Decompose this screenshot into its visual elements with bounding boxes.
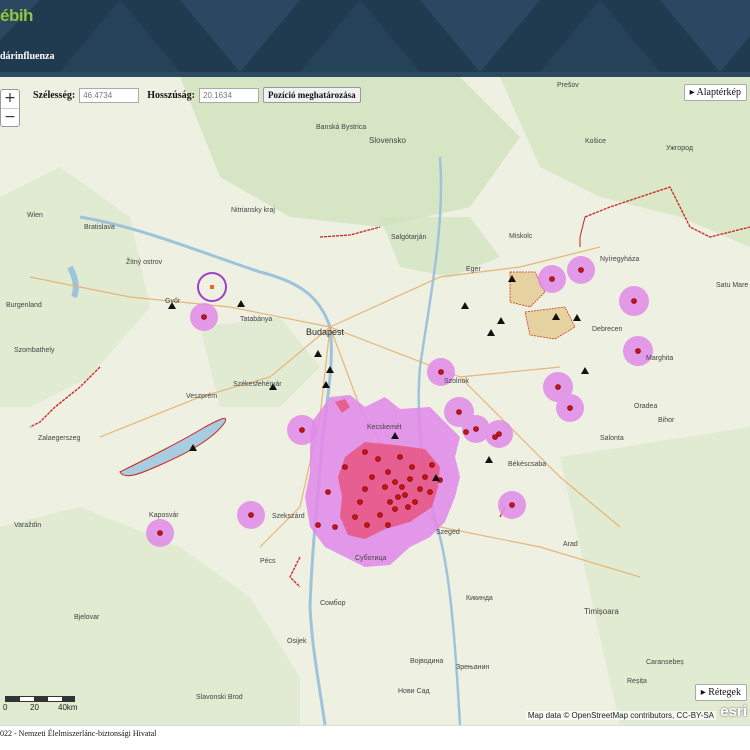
- label-szekszard: Szekszárd: [272, 513, 305, 520]
- label-miskolc: Miskolc: [509, 233, 533, 240]
- page-title: dárinfluenza: [0, 51, 55, 62]
- label-arad: Arad: [563, 541, 578, 548]
- map-canvas[interactable]: Prešov Košice Banská Bystrica Slovensko …: [0, 77, 750, 725]
- label-salgotarjan: Salgótarján: [391, 234, 427, 241]
- label-kosice: Košice: [585, 138, 606, 145]
- zoom-in-button[interactable]: +: [1, 90, 19, 108]
- label-slovensko: Slovensko: [369, 136, 406, 145]
- agency-logo[interactable]: ébih: [0, 6, 33, 26]
- label-marghita: Marghita: [646, 355, 673, 362]
- footer-copyright: 022 - Nemzeti Élelmiszerlánc-biztonsági …: [0, 729, 157, 738]
- map-attribution: Map data © OpenStreetMap contributors, C…: [525, 711, 716, 720]
- label-kaposvar: Kaposvár: [149, 512, 179, 519]
- longitude-label: Hosszúság:: [147, 89, 196, 101]
- label-novi-sad: Нови Сад: [398, 688, 430, 695]
- label-oradea: Oradea: [634, 403, 657, 410]
- zoom-out-button[interactable]: −: [1, 108, 19, 126]
- label-zalaegerszeg: Zalaegerszeg: [38, 435, 81, 442]
- scale-label-0: 0: [3, 703, 8, 712]
- label-timisoara: Timișoara: [584, 607, 619, 616]
- layers-button[interactable]: ▸ Rétegek: [694, 684, 747, 701]
- label-bihor: Bihor: [658, 417, 675, 424]
- scale-label-40: 40km: [58, 703, 78, 712]
- label-szeged: Szeged: [436, 529, 460, 536]
- label-nyiregyhaza: Nyíregyháza: [600, 256, 639, 263]
- label-varazdin: Varaždin: [14, 522, 41, 529]
- basemap-button[interactable]: ▸ Alaptérkép: [683, 84, 747, 101]
- label-sombor: Сомбор: [320, 599, 346, 607]
- locate-button[interactable]: Pozíció meghatározása: [263, 87, 361, 103]
- scale-label-20: 20: [30, 703, 39, 712]
- map-view[interactable]: Prešov Košice Banská Bystrica Slovensko …: [0, 77, 750, 725]
- label-szolnok: Szolnok: [444, 378, 469, 385]
- label-caransebes: Caransebeș: [646, 659, 684, 666]
- scale-bar: 0 20 40km: [3, 696, 83, 716]
- label-osijek: Osijek: [287, 638, 307, 645]
- label-gyor: Győr: [165, 298, 181, 305]
- label-pecs: Pécs: [260, 558, 276, 565]
- longitude-input[interactable]: 20.1634: [199, 87, 260, 103]
- esri-logo: esri: [720, 703, 747, 720]
- label-bekescsaba: Békéscsaba: [508, 461, 546, 468]
- label-salonta: Salonta: [600, 435, 624, 442]
- label-budapest: Budapest: [306, 327, 345, 337]
- label-nitriansky: Nitriansky kraj: [231, 207, 275, 214]
- label-resita: Reșița: [627, 678, 647, 685]
- label-vojvodina: Војводина: [410, 658, 443, 665]
- label-burgenland: Burgenland: [6, 302, 42, 309]
- zoom-control: + −: [0, 89, 20, 127]
- label-zrenjanin: Зрењанин: [456, 664, 489, 671]
- label-slavonski: Slavonski Brod: [196, 694, 243, 701]
- label-eger: Eger: [466, 266, 481, 273]
- coordinate-toolbar: Szélesség: 46.4734 Hosszúság: 20.1634 Po…: [33, 85, 361, 105]
- label-satu-mare: Satu Mare: [716, 282, 748, 289]
- header-pattern: [0, 0, 750, 72]
- scale-bar-graphic: [5, 696, 75, 702]
- header-bar: ébih dárinfluenza: [0, 0, 750, 72]
- label-zitny: Žitný ostrov: [126, 257, 163, 266]
- label-uzhorod: Ужгород: [666, 145, 693, 152]
- label-bjelovar: Bjelovar: [74, 614, 100, 621]
- footer: 022 - Nemzeti Élelmiszerlánc-biztonsági …: [0, 725, 750, 750]
- label-szombathely: Szombathely: [14, 347, 55, 354]
- label-banska: Banská Bystrica: [316, 124, 366, 131]
- latitude-input[interactable]: 46.4734: [79, 87, 140, 103]
- label-presov: Prešov: [557, 82, 579, 89]
- label-bratislava: Bratislava: [84, 224, 115, 231]
- latitude-label: Szélesség:: [33, 89, 76, 101]
- label-kecskemet: Kecskemét: [367, 424, 402, 431]
- label-wien: Wien: [27, 212, 43, 219]
- label-subotica: Суботица: [355, 554, 387, 562]
- label-tatabanya: Tatabánya: [240, 316, 272, 323]
- label-veszprem: Veszprém: [186, 393, 217, 400]
- label-kikinda: Кикинда: [466, 595, 493, 602]
- label-szekesfehervar: Székesfehérvár: [233, 381, 282, 388]
- label-debrecen: Debrecen: [592, 326, 622, 333]
